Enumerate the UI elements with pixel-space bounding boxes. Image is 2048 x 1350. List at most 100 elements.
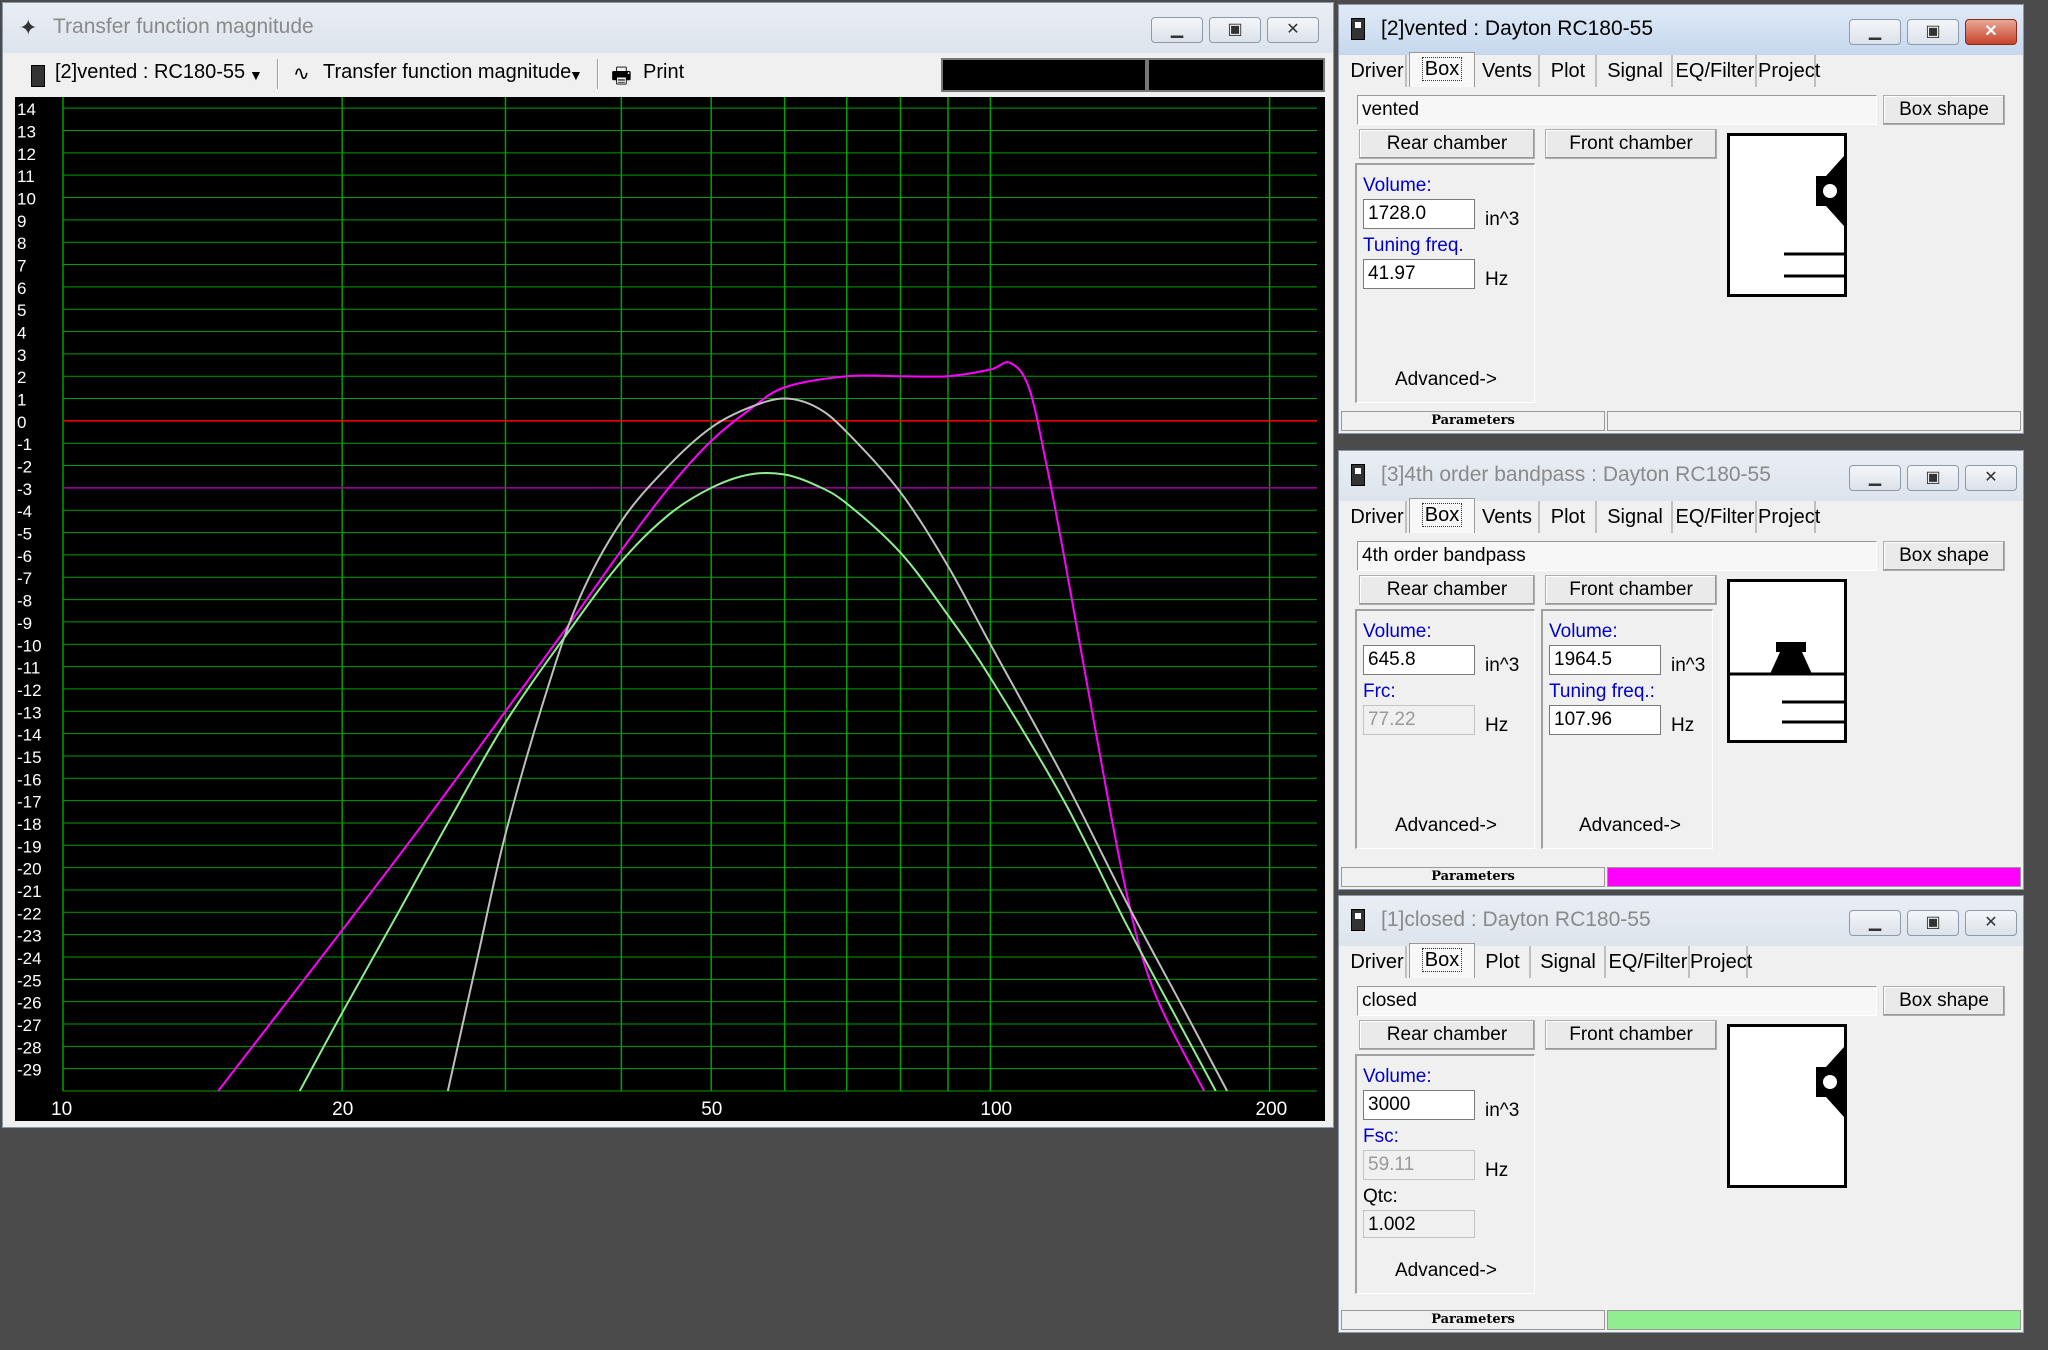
tab-label: Box: [1421, 948, 1463, 972]
status-color-indicator: [1607, 1310, 2021, 1330]
tab-driver[interactable]: Driver: [1349, 501, 1407, 533]
box-window-titlebar[interactable]: [1]closed : Dayton RC180-55 ▁ ▣ ✕: [1339, 896, 2023, 946]
readout-box-right: [1147, 58, 1325, 92]
front-advanced-link[interactable]: Advanced->: [1579, 815, 1681, 837]
y-tick-label: 9: [17, 212, 26, 231]
tab-plot[interactable]: Plot: [1541, 501, 1597, 533]
tab-plot[interactable]: Plot: [1541, 55, 1597, 87]
maximize-button[interactable]: ▣: [1907, 19, 1959, 45]
transfer-function-chart[interactable]: 14131211109876543210-1-2-3-4-5-6-7-8-9-1…: [15, 97, 1325, 1121]
box-window: [1]closed : Dayton RC180-55 ▁ ▣ ✕ Driver…: [1338, 895, 2024, 1333]
minimize-button[interactable]: ▁: [1849, 910, 1901, 936]
rear-frequency-input[interactable]: 41.97: [1363, 259, 1475, 289]
y-tick-label: -9: [17, 614, 32, 633]
front-volume-input[interactable]: 1964.5: [1549, 645, 1661, 675]
tab-eq-filter[interactable]: EQ/Filter: [1608, 946, 1690, 978]
close-button[interactable]: ✕: [1965, 465, 2017, 491]
y-tick-label: -16: [17, 770, 42, 789]
y-tick-label: -23: [17, 927, 42, 946]
readout-box-left: [941, 58, 1147, 92]
rear-volume-input[interactable]: 1728.0: [1363, 199, 1475, 229]
close-button[interactable]: ✕: [1267, 17, 1319, 43]
y-tick-label: -2: [17, 458, 32, 477]
tab-label: Plot: [1550, 506, 1586, 528]
maximize-button[interactable]: ▣: [1907, 910, 1959, 936]
tab-box[interactable]: Box: [1409, 52, 1475, 87]
tab-label: Driver: [1350, 951, 1404, 973]
rear-frequency-input: 59.11: [1363, 1150, 1475, 1180]
front-chamber-button[interactable]: Front chamber: [1545, 1020, 1717, 1050]
front-tuning-input[interactable]: 107.96: [1549, 705, 1661, 735]
rear-advanced-link[interactable]: Advanced->: [1395, 369, 1497, 391]
rear-chamber-button[interactable]: Rear chamber: [1359, 575, 1535, 605]
box-type-field[interactable]: closed: [1357, 986, 1877, 1016]
tab-project[interactable]: Project: [1758, 501, 1820, 533]
tab-box[interactable]: Box: [1409, 498, 1475, 533]
tab-project[interactable]: Project: [1690, 946, 1752, 978]
y-tick-label: -15: [17, 748, 42, 767]
box-preview-image: [1784, 156, 1844, 278]
box-type-field[interactable]: 4th order bandpass: [1357, 541, 1877, 571]
close-button[interactable]: ✕: [1965, 19, 2017, 45]
tab-driver[interactable]: Driver: [1349, 946, 1407, 978]
y-tick-label: 0: [17, 413, 26, 432]
close-button[interactable]: ✕: [1965, 910, 2017, 936]
box-window-title: [3]4th order bandpass : Dayton RC180-55: [1381, 463, 1771, 486]
y-tick-label: 14: [17, 100, 36, 119]
toolbar-separator: [277, 59, 278, 89]
system-select-dropdown-icon[interactable]: ▼: [249, 67, 263, 83]
tab-signal[interactable]: Signal: [1532, 946, 1606, 978]
front-chamber-button[interactable]: Front chamber: [1545, 129, 1717, 159]
front-chamber-button[interactable]: Front chamber: [1545, 575, 1717, 605]
y-tick-label: 3: [17, 346, 26, 365]
rear-advanced-link[interactable]: Advanced->: [1395, 1260, 1497, 1282]
rear-volume-input[interactable]: 3000: [1363, 1090, 1475, 1120]
tab-vents[interactable]: Vents: [1476, 55, 1540, 87]
system-icon: [31, 65, 45, 87]
y-tick-label: -29: [17, 1061, 42, 1080]
print-button[interactable]: Print: [643, 61, 684, 84]
rear-advanced-link[interactable]: Advanced->: [1395, 815, 1497, 837]
maximize-button[interactable]: ▣: [1209, 17, 1261, 43]
rear-chamber-button[interactable]: Rear chamber: [1359, 1020, 1535, 1050]
box-shape-button[interactable]: Box shape: [1883, 541, 2005, 571]
box-window-title: [1]closed : Dayton RC180-55: [1381, 908, 1651, 931]
graph-type-dropdown-icon[interactable]: ▼: [569, 67, 583, 83]
minimize-button[interactable]: ▁: [1151, 17, 1203, 43]
system-select[interactable]: [2]vented : RC180-55: [55, 61, 245, 84]
y-tick-label: 7: [17, 257, 26, 276]
maximize-button[interactable]: ▣: [1907, 465, 1959, 491]
box-window-title: [2]vented : Dayton RC180-55: [1381, 17, 1653, 40]
rear-chamber-group: Volume: 645.8 in^3 Frc: 77.22 Hz Advance…: [1355, 609, 1535, 849]
tab-plot[interactable]: Plot: [1476, 946, 1531, 978]
tab-eq-filter[interactable]: EQ/Filter: [1675, 501, 1757, 533]
minimize-button[interactable]: ▁: [1849, 465, 1901, 491]
app-icon: [1351, 464, 1365, 486]
rear-volume-unit: in^3: [1485, 655, 1520, 676]
y-tick-label: -25: [17, 971, 42, 990]
tab-eq-filter[interactable]: EQ/Filter: [1675, 55, 1757, 87]
tab-driver[interactable]: Driver: [1349, 55, 1407, 87]
box-window-titlebar[interactable]: [3]4th order bandpass : Dayton RC180-55 …: [1339, 451, 2023, 501]
minimize-button[interactable]: ▁: [1849, 19, 1901, 45]
graph-type-select[interactable]: Transfer function magnitude: [323, 61, 571, 84]
box-shape-button[interactable]: Box shape: [1883, 95, 2005, 125]
plot-window-icon: ✦: [19, 15, 38, 40]
plot-window-titlebar[interactable]: ✦ Transfer function magnitude ▁ ▣ ✕: [3, 3, 1333, 53]
tab-signal[interactable]: Signal: [1599, 55, 1673, 87]
rear-volume-label: Volume:: [1363, 175, 1432, 196]
tab-label: Signal: [1607, 506, 1663, 528]
box-type-field[interactable]: vented: [1357, 95, 1877, 125]
y-tick-label: -14: [17, 726, 42, 745]
tab-label: Driver: [1350, 506, 1404, 528]
tab-signal[interactable]: Signal: [1599, 501, 1673, 533]
box-shape-button[interactable]: Box shape: [1883, 986, 2005, 1016]
tab-project[interactable]: Project: [1758, 55, 1820, 87]
box-window-titlebar[interactable]: [2]vented : Dayton RC180-55 ▁ ▣ ✕: [1339, 5, 2023, 55]
rear-chamber-button[interactable]: Rear chamber: [1359, 129, 1535, 159]
rear-volume-label: Volume:: [1363, 621, 1432, 642]
tab-vents[interactable]: Vents: [1476, 501, 1540, 533]
y-tick-label: 11: [17, 167, 35, 186]
tab-box[interactable]: Box: [1409, 943, 1475, 978]
rear-volume-input[interactable]: 645.8: [1363, 645, 1475, 675]
